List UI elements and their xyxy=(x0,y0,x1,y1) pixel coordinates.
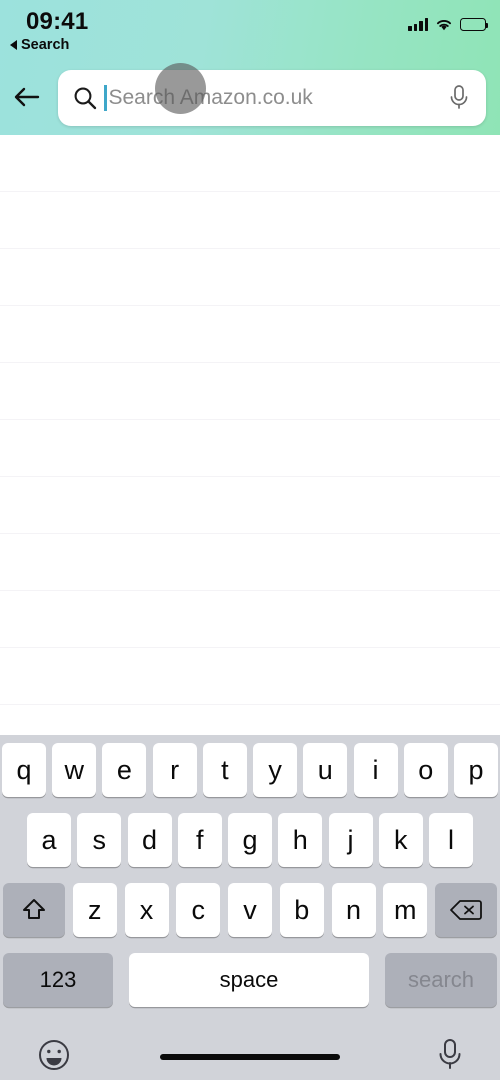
key-v[interactable]: v xyxy=(228,883,272,937)
key-a[interactable]: a xyxy=(27,813,71,867)
keyboard-row-4: 123 space search xyxy=(0,945,500,1015)
phone-screen: 09:41 Search Search Amazon.co.uk q w e r… xyxy=(0,0,500,1080)
list-item[interactable] xyxy=(0,192,500,249)
status-back-label: Search xyxy=(21,37,70,53)
search-key[interactable]: search xyxy=(385,953,497,1007)
search-icon xyxy=(72,85,98,111)
keyboard-row-3: z x c v b n m xyxy=(0,875,500,945)
key-d[interactable]: d xyxy=(127,813,172,867)
key-j[interactable]: j xyxy=(328,813,373,867)
list-item[interactable] xyxy=(0,249,500,306)
list-item[interactable] xyxy=(0,534,500,591)
list-item[interactable] xyxy=(0,591,500,648)
triangle-left-icon xyxy=(10,40,17,50)
list-item[interactable] xyxy=(0,420,500,477)
wifi-icon xyxy=(435,18,453,31)
key-w[interactable]: w xyxy=(52,743,97,797)
dictation-microphone-icon[interactable] xyxy=(435,1036,465,1074)
backspace-icon xyxy=(450,900,482,920)
list-item[interactable] xyxy=(0,306,500,363)
home-indicator-bar[interactable] xyxy=(160,1054,340,1060)
keyboard-accessory-bar xyxy=(0,1028,500,1080)
battery-full-icon xyxy=(460,18,489,31)
key-o[interactable]: o xyxy=(403,743,448,797)
key-p[interactable]: p xyxy=(453,743,498,797)
status-indicators xyxy=(408,18,489,31)
key-e[interactable]: e xyxy=(102,743,147,797)
key-y[interactable]: y xyxy=(253,743,298,797)
key-l[interactable]: l xyxy=(429,813,473,867)
shift-key[interactable] xyxy=(3,883,65,937)
key-s[interactable]: s xyxy=(77,813,122,867)
backspace-key[interactable] xyxy=(435,883,497,937)
list-item[interactable] xyxy=(0,135,500,192)
search-input[interactable]: Search Amazon.co.uk xyxy=(109,86,441,110)
microphone-icon[interactable] xyxy=(446,83,472,113)
key-n[interactable]: n xyxy=(331,883,376,937)
key-f[interactable]: f xyxy=(177,813,222,867)
key-b[interactable]: b xyxy=(279,883,324,937)
shift-arrow-icon xyxy=(23,899,45,919)
key-z[interactable]: z xyxy=(72,883,117,937)
key-i[interactable]: i xyxy=(353,743,398,797)
space-key[interactable]: space xyxy=(129,953,369,1007)
key-m[interactable]: m xyxy=(383,883,428,937)
search-header: 09:41 Search Search Amazon.co.uk xyxy=(0,0,500,135)
keyboard-row-2: a s d f g h j k l xyxy=(0,805,500,875)
key-u[interactable]: u xyxy=(303,743,348,797)
key-t[interactable]: t xyxy=(202,743,247,797)
list-item[interactable] xyxy=(0,477,500,534)
list-item[interactable] xyxy=(0,363,500,420)
numbers-key[interactable]: 123 xyxy=(3,953,113,1007)
status-bar: 09:41 Search xyxy=(0,0,500,58)
keyboard-row-1: q w e r t y u i o p xyxy=(0,735,500,805)
key-c[interactable]: c xyxy=(176,883,221,937)
back-button[interactable] xyxy=(10,80,44,114)
text-caret xyxy=(104,85,107,111)
key-g[interactable]: g xyxy=(228,813,272,867)
key-r[interactable]: r xyxy=(152,743,197,797)
emoji-smiley-icon[interactable] xyxy=(35,1036,73,1074)
cellular-bars-icon xyxy=(408,18,428,31)
arrow-left-icon xyxy=(14,87,40,107)
search-suggestions-list xyxy=(0,135,500,735)
list-item[interactable] xyxy=(0,648,500,705)
key-k[interactable]: k xyxy=(378,813,423,867)
key-h[interactable]: h xyxy=(278,813,323,867)
status-bar-back-to-search[interactable]: Search xyxy=(10,37,69,53)
search-input-container[interactable]: Search Amazon.co.uk xyxy=(58,70,486,126)
key-x[interactable]: x xyxy=(124,883,169,937)
status-time: 09:41 xyxy=(26,8,89,35)
key-q[interactable]: q xyxy=(2,743,46,797)
